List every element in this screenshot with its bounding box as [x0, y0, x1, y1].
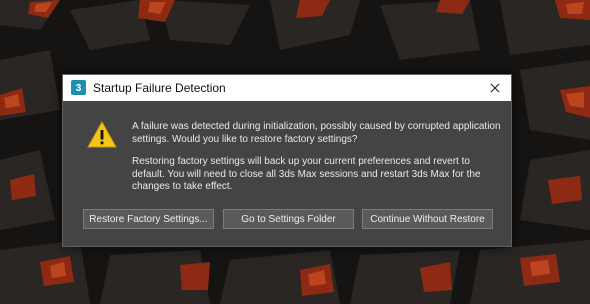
title-bar[interactable]: 3 Startup Failure Detection — [63, 75, 511, 101]
message-paragraph-1: A failure was detected during initializa… — [132, 121, 501, 145]
restore-factory-settings-button[interactable]: Restore Factory Settings... — [83, 209, 214, 229]
startup-failure-dialog: 3 Startup Failure Detection A failure wa… — [62, 74, 512, 247]
close-icon — [490, 83, 500, 93]
go-to-settings-folder-button[interactable]: Go to Settings Folder — [223, 209, 354, 229]
message-paragraph-2: Restoring factory settings will back up … — [132, 156, 481, 192]
3ds-max-app-icon: 3 — [71, 80, 86, 95]
continue-without-restore-button[interactable]: Continue Without Restore — [362, 209, 493, 229]
close-button[interactable] — [479, 75, 511, 101]
svg-text:3: 3 — [76, 83, 82, 94]
warning-icon — [87, 121, 117, 148]
window-title: Startup Failure Detection — [93, 81, 226, 95]
